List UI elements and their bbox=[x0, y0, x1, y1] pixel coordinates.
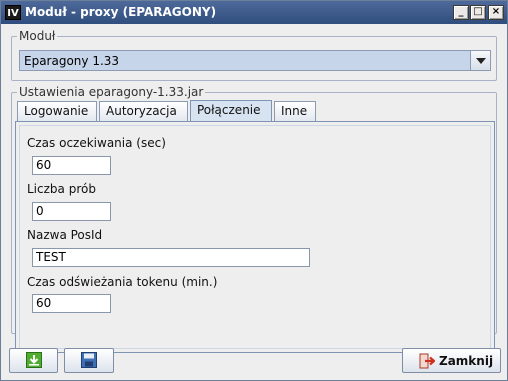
close-button-label: Zamknij bbox=[439, 354, 494, 368]
token-refresh-field[interactable]: 60 bbox=[32, 294, 111, 313]
dialog-body: Moduł Eparagony 1.33 Ustawienia eparagon… bbox=[1, 24, 507, 380]
save-icon bbox=[81, 352, 97, 368]
tab-polaczenie[interactable]: Połączenie bbox=[190, 100, 272, 122]
tab-logowanie[interactable]: Logowanie bbox=[17, 101, 97, 121]
module-select-value: Eparagony 1.33 bbox=[24, 54, 120, 68]
exit-icon bbox=[419, 353, 435, 369]
tab-inne[interactable]: Inne bbox=[274, 101, 316, 121]
minimize-button[interactable]: _ bbox=[453, 5, 469, 20]
chevron-down-icon[interactable] bbox=[470, 51, 490, 70]
window-title: Moduł - proxy (EPARAGONY) bbox=[25, 5, 217, 19]
posid-label: Nazwa PosId bbox=[27, 228, 103, 242]
app-window: IV Moduł - proxy (EPARAGONY) _ □ × Moduł… bbox=[0, 0, 508, 381]
token-refresh-label: Czas odświeżania tokenu (min.) bbox=[27, 275, 218, 289]
save-button[interactable] bbox=[64, 348, 114, 373]
maximize-button[interactable]: □ bbox=[470, 5, 486, 20]
download-icon bbox=[26, 352, 42, 368]
title-bar[interactable]: IV Moduł - proxy (EPARAGONY) _ □ × bbox=[1, 1, 507, 24]
attempts-field[interactable]: 0 bbox=[32, 202, 111, 221]
download-button[interactable] bbox=[9, 348, 58, 373]
close-window-button[interactable]: × bbox=[488, 5, 504, 20]
tab-autoryzacja[interactable]: Autoryzacja bbox=[99, 101, 188, 121]
close-button[interactable]: Zamknij bbox=[402, 348, 501, 373]
attempts-label: Liczba prób bbox=[27, 182, 96, 196]
timeout-field[interactable]: 60 bbox=[32, 156, 111, 175]
module-group-label: Moduł bbox=[17, 29, 58, 43]
posid-field[interactable]: TEST bbox=[32, 248, 310, 267]
module-select[interactable]: Eparagony 1.33 bbox=[19, 50, 491, 71]
timeout-label: Czas oczekiwania (sec) bbox=[27, 136, 166, 150]
app-icon: IV bbox=[5, 5, 21, 20]
settings-group-label: Ustawienia eparagony-1.33.jar bbox=[17, 85, 206, 99]
